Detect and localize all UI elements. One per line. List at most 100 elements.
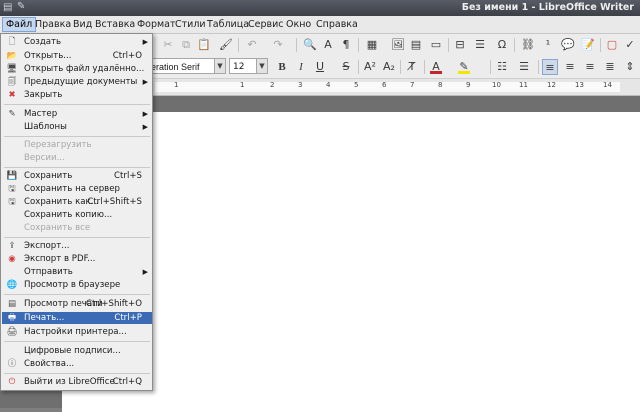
menu-item-templates[interactable]: Шаблоны ▶ — [2, 121, 152, 133]
ruler-number: 13 — [575, 81, 584, 89]
menu-item-export[interactable]: ⇪ Экспорт... — [2, 240, 152, 252]
insert-chart-icon[interactable]: ▤ — [408, 37, 424, 53]
menu-edit[interactable]: Правка — [32, 18, 74, 31]
menu-item-shortcut: Ctrl+Q — [112, 377, 142, 387]
clone-formatting-icon[interactable]: 🖌 — [218, 37, 234, 53]
superscript-icon[interactable]: A² — [362, 59, 378, 75]
menu-item-new[interactable]: 🗋 Создать ▶ — [2, 36, 152, 48]
menu-tools[interactable]: Сервис — [245, 18, 287, 31]
align-right-icon[interactable]: ≡ — [582, 59, 598, 75]
underline-icon[interactable]: U — [312, 59, 328, 75]
menu-item-save-as[interactable]: 🖫 Сохранить как... Ctrl+Shift+S — [2, 196, 152, 208]
toolbar-separator — [448, 38, 449, 52]
menu-item-save-remote[interactable]: 🖫 Сохранить на сервер — [2, 183, 152, 195]
menu-item-label: Свойства... — [24, 359, 75, 369]
menu-item-label: Открыть файл удалённо... — [24, 64, 145, 74]
align-center-icon[interactable]: ≡ — [562, 59, 578, 75]
menu-item-send[interactable]: Отправить ▶ — [2, 266, 152, 278]
menu-item-shortcut: Ctrl+Shift+O — [86, 299, 142, 309]
redo-icon[interactable]: ↷ — [270, 37, 286, 53]
spellcheck-icon[interactable]: A — [320, 37, 336, 53]
menu-item-close[interactable]: ✖ Закрыть — [2, 89, 152, 101]
menu-window[interactable]: Окно — [283, 18, 314, 31]
footnote-icon[interactable]: ¹ — [540, 37, 556, 53]
open-folder-icon: 📂 — [6, 51, 18, 61]
font-color-icon[interactable]: A — [428, 59, 444, 75]
numbering-icon[interactable]: ☰ — [516, 59, 532, 75]
strikethrough-icon[interactable]: S — [338, 59, 354, 75]
track-changes-icon[interactable]: 📝 — [580, 37, 596, 53]
toolbar-separator — [490, 60, 491, 74]
font-name-dropdown-icon[interactable]: ▼ — [214, 58, 226, 74]
toolbar-separator — [358, 38, 359, 52]
italic-icon[interactable]: I — [293, 59, 309, 75]
highlight-color-icon[interactable]: ✎ — [456, 59, 472, 75]
menu-item-shortcut: Ctrl+S — [114, 171, 142, 181]
menu-item-save[interactable]: 💾 Сохранить Ctrl+S — [2, 170, 152, 182]
window-menu-icon[interactable]: ▤ — [3, 2, 12, 13]
comment-icon[interactable]: 💬 — [560, 37, 576, 53]
menu-item-recent[interactable]: 🗐 Предыдущие документы ▶ — [2, 76, 152, 88]
menu-item-print-preview[interactable]: ▤ Просмотр печати Ctrl+Shift+O — [2, 298, 152, 310]
save-as-icon: 🖫 — [8, 197, 16, 207]
justify-icon[interactable]: ≣ — [602, 59, 618, 75]
insert-image-icon[interactable]: 🖼 — [390, 37, 406, 53]
menu-item-printer-settings[interactable]: 🖨 Настройки принтера... — [2, 326, 152, 338]
ruler-number: 5 — [354, 81, 359, 89]
close-icon: ✖ — [8, 90, 16, 100]
cut-icon[interactable]: ✂ — [160, 37, 176, 53]
pin-icon[interactable]: ✎ — [17, 1, 25, 12]
ruler-number: 4 — [326, 81, 331, 89]
hyperlink-icon[interactable]: ⛓ — [520, 37, 536, 53]
submenu-arrow-icon: ▶ — [142, 110, 148, 118]
menu-divider — [4, 294, 150, 295]
align-left-icon[interactable]: ≡ — [542, 59, 558, 75]
menu-divider — [4, 341, 150, 342]
menu-item-open[interactable]: 📂 Открыть... Ctrl+O — [2, 50, 152, 62]
menu-item-preview-browser[interactable]: 🌐 Просмотр в браузере — [2, 279, 152, 291]
menu-item-wizard[interactable]: ✎ Мастер ▶ — [2, 108, 152, 120]
bullets-icon[interactable]: ☷ — [494, 59, 510, 75]
menu-item-exit[interactable]: ⏻ Выйти из LibreOffice Ctrl+Q — [2, 376, 152, 388]
line-spacing-icon[interactable]: ⇕ — [622, 59, 638, 75]
find-replace-icon[interactable]: 🔍 — [302, 37, 318, 53]
menu-item-export-pdf[interactable]: ◉ Экспорт в PDF... — [2, 253, 152, 265]
insert-field-icon[interactable]: ☰ — [472, 37, 488, 53]
menu-item-label: Сохранить все — [24, 223, 91, 233]
ruler-number: 1 — [174, 81, 179, 89]
menu-item-label: Выйти из LibreOffice — [24, 377, 115, 387]
print-preview-icon: ▤ — [7, 299, 17, 309]
menu-insert[interactable]: Вставка — [92, 18, 138, 31]
insert-table-icon[interactable]: ▦ — [364, 37, 380, 53]
toolbar-separator — [514, 38, 515, 52]
menu-item-open-remote[interactable]: 🖥 Открыть файл удалённо... — [2, 63, 152, 75]
subscript-icon[interactable]: A₂ — [381, 59, 397, 75]
font-name-input[interactable]: eration Serif — [148, 58, 222, 74]
undo-icon[interactable]: ↶ — [244, 37, 260, 53]
check-icon[interactable]: ✓ — [622, 37, 638, 53]
new-document-icon: 🗋 — [8, 37, 16, 47]
formatting-marks-icon[interactable]: ¶ — [338, 37, 354, 53]
menu-item-digital-signatures[interactable]: Цифровые подписи... — [2, 345, 152, 357]
page-break-icon[interactable]: ⊟ — [452, 37, 468, 53]
menu-item-label: Сохранить — [24, 171, 73, 181]
paste-icon[interactable]: 📋 — [196, 37, 212, 53]
menu-divider — [4, 237, 150, 238]
menu-item-label: Экспорт в PDF... — [24, 254, 96, 264]
font-size-dropdown-icon[interactable]: ▼ — [256, 58, 268, 74]
insert-textbox-icon[interactable]: ▭ — [428, 37, 444, 53]
menu-item-save-copy[interactable]: Сохранить копию... — [2, 209, 152, 221]
menu-divider — [4, 373, 150, 374]
bold-icon[interactable]: B — [274, 59, 290, 75]
special-character-icon[interactable]: Ω — [494, 37, 510, 53]
show-draw-functions-icon[interactable]: ▢ — [604, 37, 620, 53]
menu-item-properties[interactable]: ⓘ Свойства... — [2, 358, 152, 370]
toolbar-separator — [538, 60, 539, 74]
font-size-input[interactable]: 12 — [229, 58, 257, 74]
properties-icon: ⓘ — [7, 359, 17, 369]
menu-item-print[interactable]: 🖶 Печать... Ctrl+P — [2, 312, 152, 324]
copy-icon[interactable]: ⧉ — [178, 37, 194, 53]
menu-help[interactable]: Справка — [313, 18, 361, 31]
clear-formatting-icon[interactable]: T̸ — [404, 59, 420, 75]
menu-item-label: Мастер — [24, 109, 58, 119]
